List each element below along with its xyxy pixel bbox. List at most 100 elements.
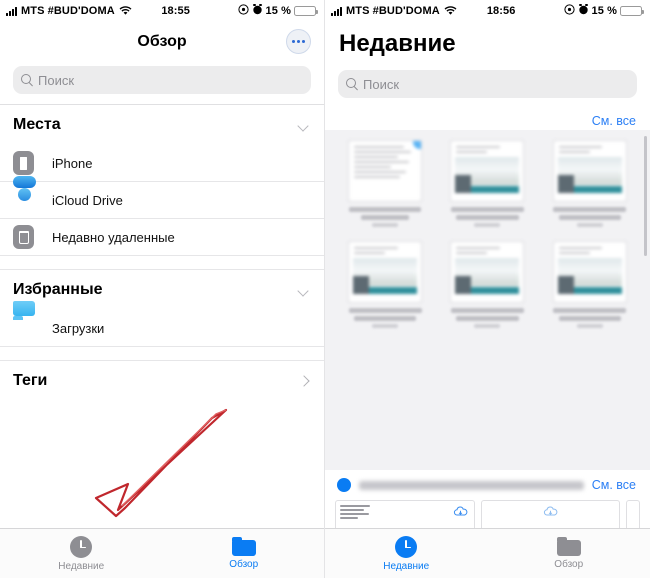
download-cloud-icon[interactable] (453, 506, 468, 517)
status-bar: MTS #BUD'DOMA 18:56 15 % (325, 0, 650, 22)
status-time: 18:56 (486, 5, 516, 17)
file-thumbnail (450, 140, 525, 202)
list-item-recently-deleted[interactable]: Недавно удаленные (0, 219, 324, 256)
file-caption (346, 308, 424, 328)
recents-grid-row-1 (325, 130, 650, 231)
tab-bar: Недавние Обзор (0, 528, 325, 578)
search-icon (21, 74, 33, 86)
wifi-icon (119, 6, 132, 16)
screenshot-pair: MTS #BUD'DOMA 18:55 15 % Обзор Поиск Мес… (0, 0, 650, 578)
section-row-bottom: См. все (325, 470, 650, 498)
tab-bar: Недавние Обзор (325, 528, 650, 578)
cellular-bars-icon (6, 6, 17, 16)
iphone-icon (13, 151, 35, 175)
tab-recents[interactable]: Недавние (325, 529, 488, 578)
left-phone-screen: MTS #BUD'DOMA 18:55 15 % Обзор Поиск Мес… (0, 0, 325, 578)
cellular-bars-icon (331, 6, 342, 16)
tab-label: Обзор (229, 559, 259, 570)
see-all-link[interactable]: См. все (592, 478, 636, 492)
battery-icon (294, 6, 318, 16)
section-gap (0, 347, 324, 361)
tab-recents[interactable]: Недавние (0, 529, 163, 578)
list-item-iphone[interactable]: iPhone (0, 145, 324, 182)
more-button[interactable] (286, 29, 311, 54)
recents-content (325, 130, 650, 470)
file-item[interactable] (542, 241, 638, 328)
file-thumbnail (348, 241, 423, 303)
wifi-icon (444, 6, 457, 16)
status-time: 18:55 (161, 5, 190, 17)
list-item-label: Недавно удаленные (52, 229, 175, 245)
battery-icon (620, 6, 644, 16)
folder-icon (231, 537, 256, 556)
battery-percent-label: 15 % (265, 5, 291, 17)
section-gap (0, 256, 324, 270)
carrier-label: MTS #BUD'DOMA (21, 5, 115, 17)
nav-bar: Обзор (0, 22, 324, 62)
folder-icon (556, 537, 581, 556)
list-item-label: iCloud Drive (52, 192, 123, 208)
status-left: MTS #BUD'DOMA (6, 5, 132, 17)
chevron-right-icon[interactable] (298, 375, 311, 388)
search-container: Поиск (0, 62, 324, 104)
file-thumbnail (450, 241, 525, 303)
file-caption (448, 207, 526, 227)
list-item-downloads[interactable]: Загрузки (0, 301, 324, 347)
chevron-down-icon[interactable] (298, 284, 311, 297)
list-item-label: iPhone (52, 155, 93, 171)
list-item-icloud-drive[interactable]: iCloud Drive (0, 182, 324, 219)
see-all-link[interactable]: См. все (592, 114, 636, 128)
file-item[interactable] (439, 140, 535, 227)
tab-label: Недавние (58, 560, 105, 572)
scrollbar[interactable] (644, 136, 647, 256)
battery-percent-label: 15 % (591, 5, 617, 17)
file-item[interactable] (542, 140, 638, 227)
status-right: 15 % (237, 4, 318, 18)
rotation-lock-icon (237, 4, 249, 18)
status-bar: MTS #BUD'DOMA 18:55 15 % (0, 0, 324, 22)
recents-grid-row-2 (325, 231, 650, 332)
page-title: Недавние (339, 30, 456, 57)
file-item[interactable] (337, 241, 433, 328)
alarm-clock-icon (578, 4, 589, 18)
tab-label: Обзор (554, 559, 584, 570)
blue-dot-icon (337, 478, 351, 492)
file-item[interactable] (439, 241, 535, 328)
file-caption (551, 308, 629, 328)
file-thumbnail (552, 241, 627, 303)
download-cloud-icon[interactable] (543, 506, 558, 517)
right-phone-screen: MTS #BUD'DOMA 18:56 15 % Недавние Поиск … (325, 0, 650, 578)
page-title: Обзор (137, 33, 187, 50)
downloads-folder-icon (13, 301, 35, 340)
rotation-lock-icon (563, 4, 575, 18)
tab-browse[interactable]: Обзор (163, 529, 325, 578)
more-dot (302, 40, 305, 43)
section-title: Места (13, 116, 61, 133)
chevron-down-icon[interactable] (298, 119, 311, 132)
tab-label: Недавние (383, 560, 430, 572)
file-item[interactable] (337, 140, 433, 227)
list-item-label: Загрузки (52, 320, 105, 336)
section-header-favorites[interactable]: Избранные (0, 270, 324, 310)
clock-icon (70, 535, 93, 558)
section-title: Избранные (13, 281, 103, 298)
search-input[interactable]: Поиск (13, 66, 311, 94)
carrier-label: MTS #BUD'DOMA (346, 5, 440, 17)
search-icon (346, 78, 358, 90)
file-caption (448, 308, 526, 328)
file-thumbnail (552, 140, 627, 202)
search-placeholder: Поиск (363, 76, 400, 92)
icloud-icon (13, 188, 35, 212)
section-title: Теги (13, 372, 48, 389)
more-dot (292, 40, 295, 43)
more-dot (297, 40, 300, 43)
section-header-places[interactable]: Места (0, 105, 324, 145)
search-container: Поиск (325, 66, 650, 108)
browse-list: Места iPhone iCloud Drive Недавно удален… (0, 104, 324, 401)
section-header-tags[interactable]: Теги (0, 361, 324, 401)
search-input[interactable]: Поиск (338, 70, 637, 98)
tab-browse[interactable]: Обзор (488, 529, 650, 578)
section-title-obscured (359, 480, 584, 490)
clock-icon (395, 535, 418, 558)
trash-icon (13, 225, 35, 249)
